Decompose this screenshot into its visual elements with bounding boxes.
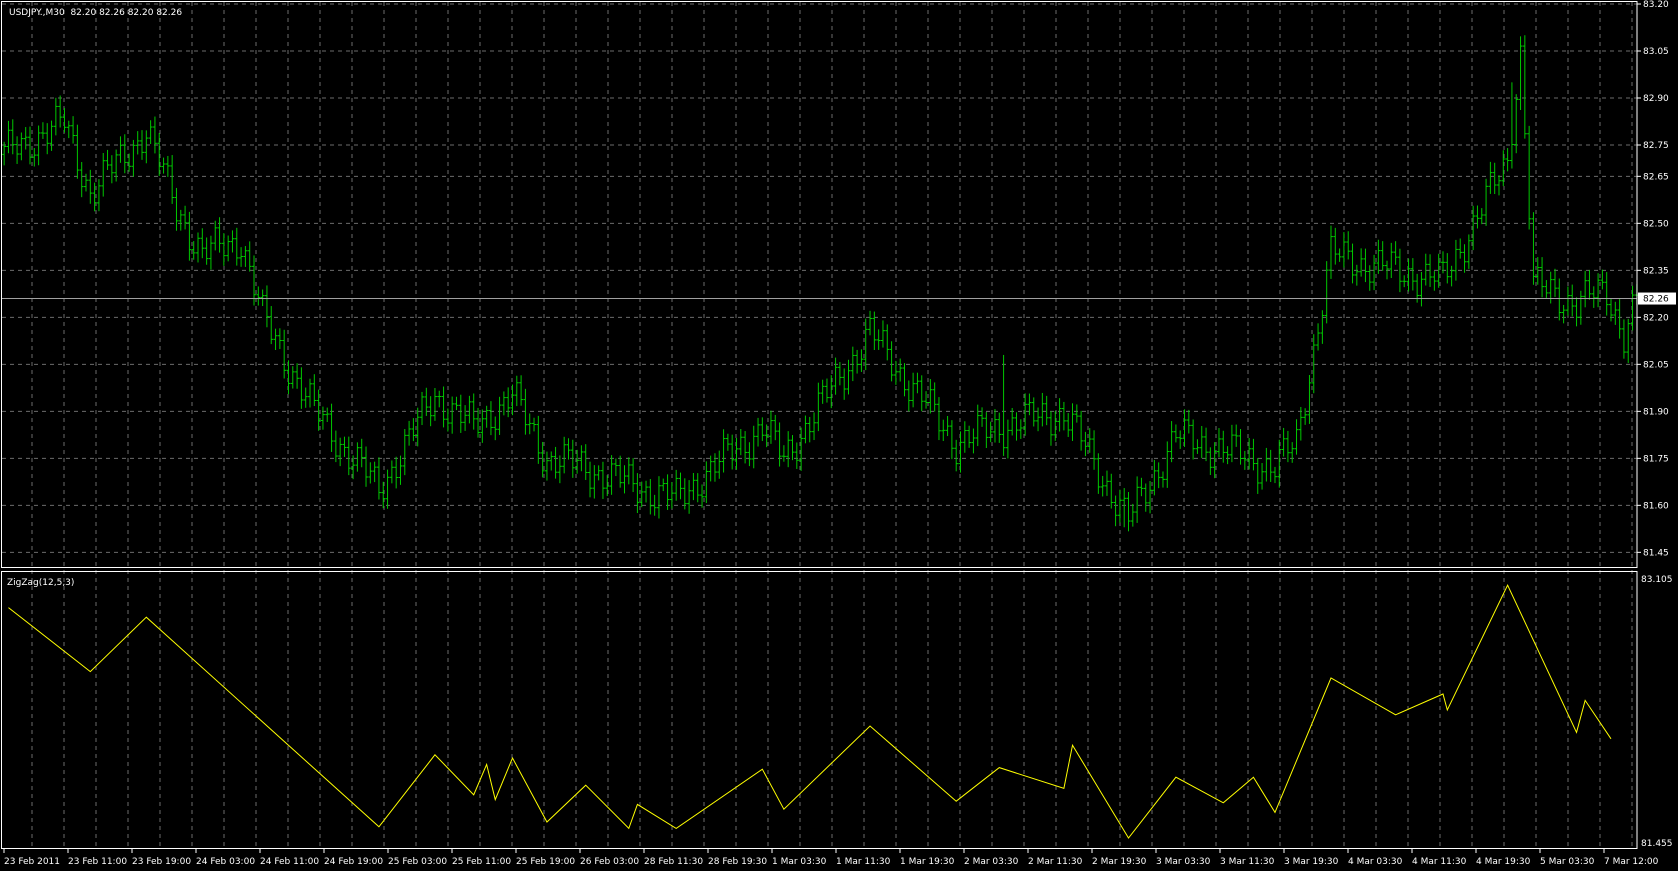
- price-tick-label: 82.20: [1643, 313, 1669, 323]
- indicator-tick-label: 81.455: [1641, 839, 1673, 849]
- time-tick-label: 26 Feb 03:00: [580, 857, 639, 867]
- current-price-label: 82.26: [1643, 295, 1669, 305]
- time-tick-label: 7 Mar 12:00: [1604, 857, 1659, 867]
- price-tick-label: 82.05: [1643, 360, 1669, 370]
- time-tick-label: 28 Feb 19:30: [708, 857, 767, 867]
- indicator-label: ZigZag(12,5,3): [7, 578, 74, 588]
- trading-chart[interactable]: 83.20 83.05 82.90 82.75 82.65 82.50 82.35 82.20…: [0, 0, 1678, 871]
- time-tick-label: 4 Mar 03:30: [1348, 857, 1403, 867]
- price-tick-label: 81.75: [1643, 454, 1669, 464]
- time-tick-label: 23 Feb 2011: [4, 857, 60, 867]
- price-tick-label: 82.65: [1643, 172, 1669, 182]
- time-tick-label: 25 Feb 11:00: [452, 857, 511, 867]
- time-tick-label: 3 Mar 11:30: [1220, 857, 1275, 867]
- time-tick-label: 5 Mar 03:30: [1540, 857, 1595, 867]
- time-tick-label: 23 Feb 19:00: [132, 857, 191, 867]
- chart-background: [0, 0, 1678, 871]
- price-tick-label: 83.20: [1643, 0, 1669, 10]
- time-tick-label: 25 Feb 19:00: [516, 857, 575, 867]
- time-tick-label: 23 Feb 11:00: [68, 857, 127, 867]
- time-tick-label: 1 Mar 11:30: [836, 857, 891, 867]
- time-tick-label: 1 Mar 19:30: [900, 857, 955, 867]
- indicator-tick-label: 83.105: [1641, 575, 1673, 585]
- price-tick-label: 82.90: [1643, 94, 1669, 104]
- price-tick-label: 82.50: [1643, 219, 1669, 229]
- time-tick-label: 2 Mar 19:30: [1092, 857, 1147, 867]
- time-tick-label: 3 Mar 19:30: [1284, 857, 1339, 867]
- time-tick-label: 4 Mar 19:30: [1476, 857, 1531, 867]
- price-tick-label: 81.90: [1643, 407, 1669, 417]
- price-tick-label: 82.35: [1643, 266, 1669, 276]
- time-tick-label: 24 Feb 11:00: [260, 857, 319, 867]
- time-tick-label: 25 Feb 03:00: [388, 857, 447, 867]
- symbol-info: USDJPY.,M30 82.20 82.26 82.20 82.26: [9, 8, 182, 18]
- time-tick-label: 24 Feb 19:00: [324, 857, 383, 867]
- time-tick-label: 3 Mar 03:30: [1156, 857, 1211, 867]
- price-tick-label: 81.60: [1643, 501, 1669, 511]
- time-tick-label: 28 Feb 11:30: [644, 857, 703, 867]
- time-tick-label: 4 Mar 11:30: [1412, 857, 1467, 867]
- time-tick-label: 2 Mar 11:30: [1028, 857, 1083, 867]
- price-tick-label: 82.75: [1643, 141, 1669, 151]
- time-tick-label: 1 Mar 03:30: [772, 857, 827, 867]
- price-tick-label: 83.05: [1643, 47, 1669, 57]
- time-tick-label: 24 Feb 03:00: [196, 857, 255, 867]
- price-tick-label: 81.45: [1643, 548, 1669, 558]
- time-tick-label: 2 Mar 03:30: [964, 857, 1019, 867]
